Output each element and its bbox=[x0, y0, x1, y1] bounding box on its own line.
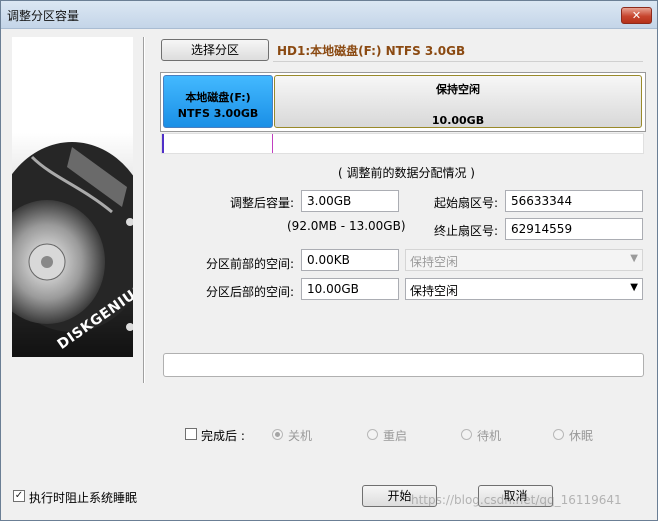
on-complete-checkbox[interactable] bbox=[185, 428, 197, 440]
partition-block-current[interactable]: 本地磁盘(F:) NTFS 3.00GB bbox=[163, 75, 273, 128]
partition-size: NTFS 3.00GB bbox=[177, 107, 259, 120]
radio-restart-label: 重启 bbox=[383, 429, 408, 443]
space-before-option: 保持空闲 bbox=[410, 255, 459, 269]
partition-name: 本地磁盘(F:) bbox=[185, 91, 251, 104]
start-sector-label: 起始扇区号: bbox=[434, 196, 499, 210]
diskgenius-logo-image: DISKGENIUS bbox=[12, 37, 133, 357]
progress-bar bbox=[163, 353, 644, 377]
resize-track[interactable] bbox=[161, 133, 644, 154]
radio-restart bbox=[367, 429, 378, 440]
space-after-label: 分区后部的空间: bbox=[206, 285, 295, 299]
new-size-input[interactable]: 3.00GB bbox=[301, 190, 399, 212]
dialog-body: DISKGENIUS 选择分区 HD1:本地磁盘(F:) NTFS 3.0GB … bbox=[1, 29, 657, 520]
space-after-select[interactable]: 保持空闲 ▼ bbox=[405, 278, 643, 300]
radio-hibernate bbox=[553, 429, 564, 440]
dialog-window: 调整分区容量 ✕ DISKGENIUS 选择分区 HD1:本地磁盘(F:) NT… bbox=[0, 0, 658, 521]
vertical-divider bbox=[143, 37, 144, 383]
radio-shutdown bbox=[272, 429, 283, 440]
resize-handle-left[interactable] bbox=[162, 134, 164, 153]
window-title: 调整分区容量 bbox=[7, 9, 80, 23]
space-after-option: 保持空闲 bbox=[410, 284, 459, 298]
start-sector-field[interactable]: 56633344 bbox=[505, 190, 643, 212]
chevron-down-icon: ▼ bbox=[630, 253, 638, 264]
resize-handle-right[interactable] bbox=[272, 134, 273, 153]
partition-block-free[interactable]: 保持空闲 10.00GB bbox=[274, 75, 642, 128]
space-before-input[interactable]: 0.00KB bbox=[301, 249, 399, 271]
watermark-text: https://blog.csdn.net/qq_16119641 bbox=[411, 493, 622, 507]
radio-standby bbox=[461, 429, 472, 440]
chevron-down-icon[interactable]: ▼ bbox=[630, 282, 638, 293]
radio-shutdown-label: 关机 bbox=[288, 429, 313, 443]
radio-standby-label: 待机 bbox=[477, 429, 502, 443]
new-size-label: 调整后容量: bbox=[230, 196, 295, 210]
select-partition-button[interactable]: 选择分区 bbox=[161, 39, 269, 61]
prevent-sleep-checkbox[interactable]: ✓ bbox=[13, 490, 25, 502]
on-complete-label: 完成后 : bbox=[201, 429, 245, 443]
space-before-label: 分区前部的空间: bbox=[206, 257, 295, 271]
end-sector-label: 终止扇区号: bbox=[434, 224, 499, 238]
space-before-select: 保持空闲 ▼ bbox=[405, 249, 643, 271]
partition-info-text: HD1:本地磁盘(F:) NTFS 3.0GB bbox=[277, 44, 466, 58]
radio-hibernate-label: 休眠 bbox=[569, 429, 594, 443]
title-bar: 调整分区容量 ✕ bbox=[1, 1, 657, 29]
free-space-size: 10.00GB bbox=[431, 114, 485, 127]
prevent-sleep-label: 执行时阻止系统睡眠 bbox=[29, 491, 138, 505]
space-after-input[interactable]: 10.00GB bbox=[301, 278, 399, 300]
free-space-label: 保持空闲 bbox=[436, 83, 480, 96]
size-range-text: (92.0MB - 13.00GB) bbox=[287, 219, 406, 233]
section-title: ( 调整前的数据分配情况 ) bbox=[338, 166, 475, 180]
close-button[interactable]: ✕ bbox=[621, 7, 652, 24]
end-sector-field[interactable]: 62914559 bbox=[505, 218, 643, 240]
